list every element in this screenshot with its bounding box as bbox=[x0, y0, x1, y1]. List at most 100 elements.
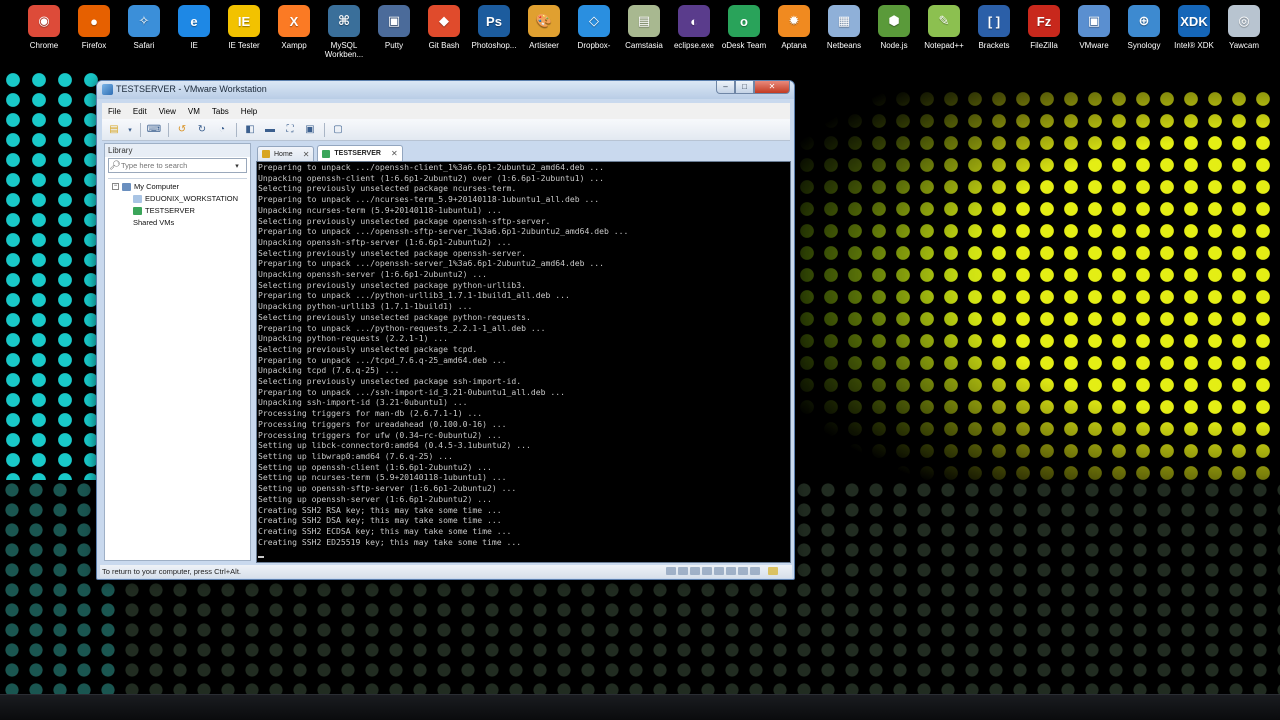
device-status-icons bbox=[664, 567, 778, 575]
odesk-icon: o bbox=[728, 5, 760, 37]
send-ctrl-alt-del-icon[interactable]: ⌨ bbox=[146, 123, 162, 137]
console-line: Processing triggers for man-db (2.6.7.1-… bbox=[258, 408, 483, 419]
intel-xdk-icon: XDK bbox=[1178, 5, 1210, 37]
revert-snapshot-icon[interactable]: ↻ bbox=[194, 123, 210, 137]
toolbar-separator bbox=[236, 122, 237, 137]
tab-label: Home bbox=[274, 150, 293, 158]
snapshot-manager-icon[interactable]: ◔ bbox=[214, 123, 230, 137]
toolbar-separator bbox=[324, 122, 325, 137]
taskbar bbox=[0, 694, 1280, 720]
mysql-workbench-icon: ⌘ bbox=[328, 5, 360, 37]
window-controls: – □ ✕ bbox=[716, 81, 790, 95]
tab-bar: Home ✕ TESTSERVER ✕ bbox=[257, 145, 790, 161]
console-line: Processing triggers for ureadahead (0.10… bbox=[258, 418, 507, 429]
search-dropdown-icon[interactable]: ▾ bbox=[231, 162, 243, 170]
tree-item-label: TESTSERVER bbox=[145, 206, 195, 215]
show-library-icon[interactable]: ◧ bbox=[242, 123, 258, 137]
tab-label: TESTSERVER bbox=[334, 150, 381, 157]
collapse-icon[interactable]: − bbox=[112, 183, 119, 190]
thumbnail-bar-icon[interactable]: ▬ bbox=[262, 123, 278, 137]
close-button[interactable]: ✕ bbox=[754, 81, 790, 94]
tree-item-label: My Computer bbox=[134, 182, 180, 191]
notepadpp-icon: ✎ bbox=[928, 5, 960, 37]
artisteer-icon: 🎨 bbox=[528, 5, 560, 37]
menu-edit[interactable]: Edit bbox=[127, 107, 153, 116]
home-icon bbox=[262, 150, 270, 158]
xampp-icon: X bbox=[278, 5, 310, 37]
window-title: TESTSERVER - VMware Workstation bbox=[116, 84, 267, 94]
status-bar: To return to your computer, press Ctrl+A… bbox=[100, 565, 792, 578]
dropdown-arrow-icon[interactable]: ▾ bbox=[126, 123, 134, 137]
console-line: Preparing to unpack .../openssh-client_1… bbox=[258, 162, 604, 172]
ie-icon: e bbox=[178, 5, 210, 37]
tab-testserver[interactable]: TESTSERVER ✕ bbox=[317, 145, 403, 161]
desktop-icons: ◉ Chrome ● Firefox ✧ Safari e IE IE IE Tester X Xam… bbox=[0, 2, 1280, 64]
minimize-button[interactable]: – bbox=[716, 81, 735, 94]
network-icon[interactable] bbox=[702, 567, 712, 575]
console-line: Unpacking openssh-sftp-server (1:6.6p1-2… bbox=[258, 236, 512, 247]
tree-item-testserver[interactable]: TESTSERVER bbox=[133, 206, 195, 215]
tab-home[interactable]: Home ✕ bbox=[257, 146, 315, 161]
chrome-icon: ◉ bbox=[28, 5, 60, 37]
sound-icon[interactable] bbox=[726, 567, 736, 575]
console-line: Preparing to unpack .../python-requests_… bbox=[258, 322, 546, 333]
floppy-icon[interactable] bbox=[690, 567, 700, 575]
console-line: Creating SSH2 RSA key; this may take som… bbox=[258, 504, 502, 515]
vmware-app-icon bbox=[102, 84, 113, 95]
menu-bar: File Edit View VM Tabs Help bbox=[102, 103, 790, 119]
console-line: Unpacking python-requests (2.2.1-1) ... bbox=[258, 333, 449, 344]
maximize-button[interactable]: □ bbox=[735, 81, 754, 94]
display-icon[interactable] bbox=[750, 567, 760, 575]
putty-icon: ▣ bbox=[378, 5, 410, 37]
vmware-window: TESTSERVER - VMware Workstation – □ ✕ Fi… bbox=[96, 80, 795, 580]
console-line: Selecting previously unselected package … bbox=[258, 215, 551, 226]
menu-file[interactable]: File bbox=[102, 107, 127, 116]
console-line: Selecting previously unselected package … bbox=[258, 343, 478, 354]
console-line: Preparing to unpack .../openssh-server_1… bbox=[258, 258, 604, 269]
full-screen-icon[interactable]: ⛶ bbox=[282, 123, 298, 137]
console-line: Unpacking openssh-client (1:6.6p1-2ubunt… bbox=[258, 172, 604, 183]
vm-console[interactable]: Preparing to unpack .../openssh-client_1… bbox=[256, 161, 791, 563]
console-line: Processing triggers for ufw (0.34~rc-0ub… bbox=[258, 429, 502, 440]
tree-item-my-computer[interactable]: − My Computer bbox=[112, 182, 179, 191]
brackets-icon: [ ] bbox=[978, 5, 1010, 37]
unity-icon[interactable]: ▣ bbox=[302, 123, 318, 137]
eclipse-icon: ◐ bbox=[678, 5, 710, 37]
console-line: Unpacking tcpd (7.6.q-25) ... bbox=[258, 365, 400, 376]
wallpaper-green-tint bbox=[795, 88, 1280, 483]
menu-tabs[interactable]: Tabs bbox=[206, 107, 235, 116]
message-icon[interactable] bbox=[768, 567, 778, 575]
desktop-shortcut[interactable]: ◎ Yawcam bbox=[1214, 2, 1274, 64]
hard-disk-icon[interactable] bbox=[666, 567, 676, 575]
console-line: Selecting previously unselected package … bbox=[258, 279, 527, 290]
close-tab-icon[interactable]: ✕ bbox=[391, 149, 398, 158]
netbeans-icon: ▦ bbox=[828, 5, 860, 37]
console-line: Unpacking python-urllib3 (1.7.1-1build1)… bbox=[258, 301, 473, 312]
title-bar[interactable]: TESTSERVER - VMware Workstation – □ ✕ bbox=[97, 81, 794, 99]
computer-icon bbox=[122, 182, 131, 191]
desktop-shortcut-label: Yawcam bbox=[1228, 41, 1260, 50]
text-cursor bbox=[258, 556, 264, 559]
console-line: Preparing to unpack .../tcpd_7.6.q-25_am… bbox=[258, 354, 507, 365]
aptana-icon: ✹ bbox=[778, 5, 810, 37]
menu-vm[interactable]: VM bbox=[182, 107, 206, 116]
console-line: Setting up libck-connector0:amd64 (0.4.5… bbox=[258, 440, 531, 451]
vm-icon bbox=[133, 194, 142, 203]
usb-icon[interactable] bbox=[714, 567, 724, 575]
git-bash-icon: ◆ bbox=[428, 5, 460, 37]
search-input[interactable] bbox=[121, 161, 231, 170]
folder-icon[interactable]: ▤ bbox=[106, 123, 122, 137]
console-cursor-line bbox=[257, 547, 790, 559]
nodejs-icon: ⬢ bbox=[878, 5, 910, 37]
console-line: Setting up openssh-sftp-server (1:6.6p1-… bbox=[258, 483, 517, 494]
tree-item-eduonix-workstation[interactable]: EDUONIX_WORKSTATION bbox=[133, 194, 238, 203]
printer-icon[interactable] bbox=[738, 567, 748, 575]
close-tab-icon[interactable]: ✕ bbox=[303, 150, 310, 159]
console-view-icon[interactable]: ▢ bbox=[330, 123, 346, 137]
tree-item-shared-vms[interactable]: Shared VMs bbox=[133, 218, 174, 227]
cd-drive-icon[interactable] bbox=[678, 567, 688, 575]
menu-view[interactable]: View bbox=[153, 107, 182, 116]
console-line: Unpacking ssh-import-id (3.21-0ubuntu1) … bbox=[258, 397, 468, 408]
menu-help[interactable]: Help bbox=[235, 107, 263, 116]
snapshot-icon[interactable]: ↺ bbox=[174, 123, 190, 137]
